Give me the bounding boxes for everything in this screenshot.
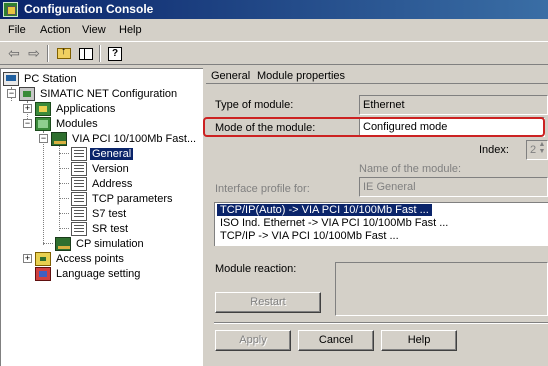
menu-bar: File Action View Help (0, 20, 548, 40)
profile-list[interactable]: TCP/IP(Auto) -> VIA PCI 10/100Mb Fast ..… (214, 202, 548, 246)
properties-pane: General Module properties Type of module… (206, 68, 548, 366)
apply-button[interactable]: Apply (215, 330, 291, 351)
access-points-icon (35, 251, 51, 266)
back-arrow-icon[interactable]: ⇦ (4, 44, 24, 63)
pc-station-icon (3, 71, 19, 86)
tree-item-address[interactable]: Address (71, 176, 134, 191)
folder-up-button[interactable] (54, 44, 74, 63)
language-icon (35, 266, 51, 281)
tree-line (59, 168, 69, 169)
module-reaction-label: Module reaction: (215, 263, 297, 275)
header-general: General (211, 70, 251, 82)
type-of-module-field: Ethernet (359, 95, 548, 115)
properties-icon (71, 176, 87, 191)
tree-item-simatic-net[interactable]: SIMATIC NET Configuration (19, 86, 179, 101)
app-icon (3, 2, 18, 17)
properties-icon (71, 161, 87, 176)
pane-header: General Module properties (206, 68, 548, 84)
spinner-arrows-icon: ▲ ▼ (538, 141, 546, 155)
tree-item-applications[interactable]: Applications (35, 101, 117, 116)
properties-icon (71, 221, 87, 236)
collapse-expander[interactable]: − (7, 89, 16, 98)
type-of-module-label: Type of module: (215, 99, 294, 111)
toolbar: ⇦ ⇨ ? (0, 41, 548, 65)
index-value: 2 (530, 144, 537, 156)
interface-profile-field: IE General (359, 177, 548, 197)
applications-icon (35, 101, 51, 116)
title-bar: Configuration Console (0, 0, 548, 19)
tree-item-tcp-parameters[interactable]: TCP parameters (71, 191, 175, 206)
index-label: Index: (479, 144, 509, 156)
list-item[interactable]: TCP/IP -> VIA PCI 10/100Mb Fast ... (217, 230, 402, 242)
folder-up-icon (57, 46, 71, 59)
toolbar-separator (47, 45, 49, 62)
tree-item-module-card[interactable]: VIA PCI 10/100Mb Fast... (51, 131, 198, 146)
tree-line (59, 198, 69, 199)
network-config-icon (19, 86, 35, 101)
show-hide-tree-icon (79, 47, 93, 60)
forward-arrow-icon[interactable]: ⇨ (24, 44, 44, 63)
network-card-icon (51, 131, 67, 146)
module-reaction-box (335, 262, 548, 316)
properties-icon (71, 191, 87, 206)
properties-icon (71, 146, 87, 161)
tree-line (43, 131, 44, 245)
tree-item-version[interactable]: Version (71, 161, 131, 176)
tree-item-s7-test[interactable]: S7 test (71, 206, 128, 221)
properties-icon (71, 206, 87, 221)
help-dialog-button[interactable]: Help (381, 330, 457, 351)
index-spinner[interactable]: 2 ▲ ▼ (526, 140, 548, 160)
restart-button[interactable]: Restart (215, 292, 321, 313)
help-icon: ? (108, 46, 122, 61)
menu-help[interactable]: Help (119, 24, 142, 36)
tree-line (59, 213, 69, 214)
window-title: Configuration Console (24, 2, 154, 16)
interface-profile-label: Interface profile for: (215, 183, 310, 195)
tree-line (59, 153, 69, 154)
tree-line (59, 228, 69, 229)
header-module-properties: Module properties (257, 70, 346, 82)
name-of-module-label: Name of the module: (359, 163, 462, 175)
tree-item-modules[interactable]: Modules (35, 116, 100, 131)
help-button[interactable]: ? (105, 44, 125, 63)
tree-item-sr-test[interactable]: SR test (71, 221, 130, 236)
cp-simulation-icon (55, 236, 71, 251)
tree-line (43, 243, 53, 244)
expand-expander[interactable]: + (23, 254, 32, 263)
button-divider (214, 322, 548, 324)
list-item[interactable]: TCP/IP(Auto) -> VIA PCI 10/100Mb Fast ..… (217, 204, 432, 216)
tree-item-access-points[interactable]: Access points (35, 251, 126, 266)
toolbar-separator (99, 45, 101, 62)
tree-item-pc-station[interactable]: PC Station (3, 71, 79, 86)
tree-item-cp-simulation[interactable]: CP simulation (55, 236, 146, 251)
menu-file[interactable]: File (8, 24, 26, 36)
collapse-expander[interactable]: − (39, 134, 48, 143)
mode-highlight-annotation (203, 117, 545, 137)
collapse-expander[interactable]: − (23, 119, 32, 128)
tree-line (59, 146, 60, 231)
show-hide-tree-button[interactable] (76, 44, 96, 63)
menu-action[interactable]: Action (40, 24, 71, 36)
tree-item-general[interactable]: General (71, 146, 134, 161)
tree-item-language-setting[interactable]: Language setting (35, 266, 142, 281)
expand-expander[interactable]: + (23, 104, 32, 113)
menu-view[interactable]: View (82, 24, 106, 36)
modules-icon (35, 116, 51, 131)
cancel-button[interactable]: Cancel (298, 330, 374, 351)
tree-pane: PC Station − SIMATIC NET Configuration +… (0, 68, 203, 366)
tree-line (59, 183, 69, 184)
list-item[interactable]: ISO Ind. Ethernet -> VIA PCI 10/100Mb Fa… (217, 217, 451, 229)
